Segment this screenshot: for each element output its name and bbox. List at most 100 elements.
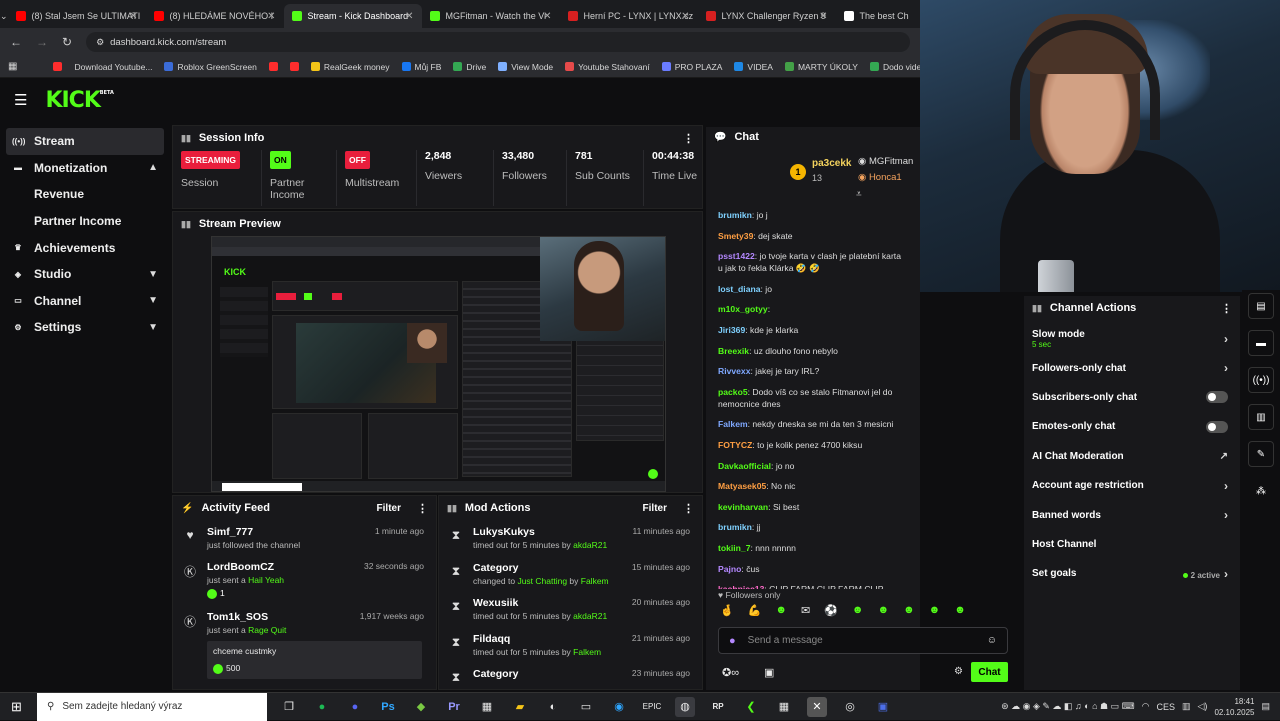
close-tab-icon[interactable]: ✕	[267, 11, 275, 22]
sidebar-item-studio[interactable]: ◈ Studio ▼	[0, 261, 172, 288]
chat-message[interactable]: Breexik: uz dlouho fono nebylo	[706, 345, 920, 357]
activity-item[interactable]: Ⓚ LordBoomCZ just sent a Hail Yeah 1 32 seco…	[173, 561, 436, 611]
chat-username[interactable]: Breexik	[718, 346, 749, 356]
store-icon[interactable]: ▦	[477, 697, 497, 717]
emote-icon[interactable]: ✉	[801, 604, 810, 617]
chat-message[interactable]: Pajno: čus	[706, 563, 920, 575]
chat-send-button[interactable]: Chat	[971, 662, 1008, 682]
calculator-icon[interactable]: ▦	[774, 697, 794, 717]
browser-tab[interactable]: Stream - Kick Dashboard ✕	[283, 4, 422, 28]
notifications-icon[interactable]: ▤	[1261, 701, 1270, 712]
sidebar-item-revenue[interactable]: Revenue	[0, 181, 172, 208]
chat-message[interactable]: brumikn: jo j	[706, 209, 920, 221]
sidebar-item-settings[interactable]: ⚙ Settings ▼	[0, 314, 172, 341]
channel-action-host-channel[interactable]: Host Channel	[1024, 530, 1240, 559]
broadcast-icon[interactable]: ((•))	[1248, 367, 1274, 393]
close-tab-icon[interactable]: ✕	[681, 11, 689, 22]
edge-icon[interactable]: ◉	[609, 697, 629, 717]
chat-message[interactable]: tokiin_7: nnn nnnnn	[706, 542, 920, 554]
mod-action-item[interactable]: ⧗ Fildaqq timed out for 5 minutes by Falke…	[439, 633, 702, 669]
sidebar-item-partner-income[interactable]: Partner Income	[0, 208, 172, 235]
bookmark[interactable]: RealGeek money	[310, 62, 390, 72]
activity-filter-button[interactable]: Filter	[377, 503, 401, 514]
chat-username[interactable]: Matyasek05	[718, 481, 766, 491]
activity-item[interactable]: ♥ Simf_777 just followed the channel 1 minu…	[173, 526, 436, 561]
mod-action-item[interactable]: ⧗ Wexusiik timed out for 5 minutes by akda…	[439, 597, 702, 633]
channel-action-followers-only-chat[interactable]: Followers-only chat ›	[1024, 353, 1240, 382]
chevron-down-icon[interactable]: ▼	[148, 269, 158, 280]
network-icon[interactable]: ▥	[1182, 701, 1191, 712]
more-options-icon[interactable]: ⋮	[683, 502, 694, 515]
browser-tab[interactable]: MGFitman - Watch the Vi ✕	[422, 4, 560, 28]
chat-username[interactable]: Pajno	[718, 564, 741, 574]
gifter-1[interactable]: ◉ MGFitman	[858, 156, 913, 167]
chevron-right-icon[interactable]: ›	[1224, 508, 1228, 522]
emote-icon[interactable]: 💪	[748, 604, 762, 617]
emote-icon[interactable]: ⚽	[824, 604, 838, 617]
bookmark[interactable]	[53, 62, 63, 72]
chrome-icon[interactable]: ◍	[675, 696, 695, 717]
apps-icon[interactable]: ▦	[8, 61, 17, 72]
language-indicator[interactable]: CES	[1156, 702, 1175, 712]
close-tab-icon[interactable]: ✕	[405, 11, 413, 22]
bookmark[interactable]: MARTY ÚKOLY	[784, 62, 858, 72]
chat-username[interactable]: brumikn	[718, 210, 752, 220]
chevron-down-icon[interactable]: ▼	[148, 295, 158, 306]
chat-username[interactable]: packo5	[718, 387, 748, 397]
app-icon[interactable]: RP	[708, 697, 728, 717]
chat-message[interactable]: Smety39: dej skate	[706, 230, 920, 242]
chevron-right-icon[interactable]: ›	[1224, 479, 1228, 493]
stream-preview-video[interactable]: KICK	[211, 236, 666, 492]
epic-icon[interactable]: EPIC	[642, 697, 662, 717]
activity-item[interactable]: Ⓚ Tom1k_SOS just sent a Rage Quit chceme cu…	[173, 611, 436, 681]
app-icon[interactable]: ❮	[741, 697, 761, 717]
emote-icon[interactable]: 🤞	[720, 604, 734, 617]
clock[interactable]: 18:41 02.10.2025	[1214, 696, 1254, 718]
channel-action-slow-mode[interactable]: Slow mode 5 sec ›	[1024, 324, 1240, 353]
chat-username[interactable]: Jiri369	[718, 325, 745, 335]
chat-input-box[interactable]: ● Send a message ☺	[718, 627, 1008, 654]
chat-message[interactable]: kevinharvan: Si best	[706, 501, 920, 513]
tab-search-button[interactable]: ⌄	[0, 4, 8, 28]
mod-action-item[interactable]: ⧗ Category changed to Just Chatting by Fal…	[439, 562, 702, 598]
channel-action-account-age-restriction[interactable]: Account age restriction ›	[1024, 471, 1240, 500]
chat-points-icon[interactable]: ✪∞	[722, 666, 739, 679]
bookmark[interactable]: Roblox GreenScreen	[164, 62, 257, 72]
emote-icon[interactable]: ☻	[903, 604, 915, 617]
chat-username[interactable]: kevinharvan	[718, 502, 768, 512]
channel-action-emotes-only-chat[interactable]: Emotes-only chat	[1024, 412, 1240, 441]
app-icon[interactable]: ◐	[543, 697, 563, 717]
app-icon[interactable]: ◆	[411, 697, 431, 717]
bookmark[interactable]	[268, 62, 278, 72]
more-options-icon[interactable]: ⋮	[683, 132, 694, 145]
moderator-name[interactable]: Falkem	[573, 647, 601, 657]
windows-start-icon[interactable]: ⊞	[7, 697, 27, 717]
premiere-icon[interactable]: Pr	[444, 697, 464, 717]
taskbar-search[interactable]: ⚲ Sem zadejte hledaný výraz	[37, 692, 267, 721]
emote-bar[interactable]: 🤞 💪 ☻ ✉ ⚽ ☻ ☻ ☻ ☻ ☻	[720, 604, 966, 617]
more-options-icon[interactable]: ⋮	[417, 502, 428, 515]
browser-tab[interactable]: (8) HLEDÁME NOVÉHO I ✕	[146, 4, 284, 28]
browser-tab[interactable]: Herní PC - LYNX | LYNX.cz ✕	[560, 4, 698, 28]
goals-status[interactable]: 2 active ›	[1182, 567, 1228, 581]
steam-icon[interactable]: ◎	[840, 697, 860, 717]
reload-icon[interactable]: ↻	[62, 35, 72, 49]
chat-username[interactable]: FOTYCZ	[718, 440, 752, 450]
chat-message[interactable]: lost_diana: jo	[706, 283, 920, 295]
app-icon[interactable]: ▣	[873, 697, 893, 717]
forward-icon[interactable]: →	[36, 35, 48, 49]
chat-username[interactable]: Davkaofficial	[718, 461, 771, 471]
chat-username[interactable]: m10x_gotyy	[718, 304, 768, 314]
collapse-icon[interactable]: ⩡	[856, 189, 862, 200]
chat-message[interactable]: Davkaofficial: jo no	[706, 460, 920, 472]
site-info-icon[interactable]: ⚙	[96, 37, 104, 48]
terminal-icon[interactable]: ▭	[576, 697, 596, 717]
browser-tab[interactable]: LYNX Challenger Ryzen 9 ✕	[698, 4, 836, 28]
chat-message[interactable]: psst1422: jo tvoje karta v clash je plat…	[706, 250, 920, 274]
wifi-icon[interactable]: ◠	[1142, 701, 1150, 712]
moderator-name[interactable]: akdaR21	[573, 611, 607, 621]
sidebar-item-stream[interactable]: ((•)) Stream	[6, 128, 164, 155]
emote-icon[interactable]: ☻	[852, 604, 864, 617]
chat-username[interactable]: Falkem	[718, 419, 748, 429]
channel-action-set-goals[interactable]: Set goals 2 active ›	[1024, 559, 1240, 588]
